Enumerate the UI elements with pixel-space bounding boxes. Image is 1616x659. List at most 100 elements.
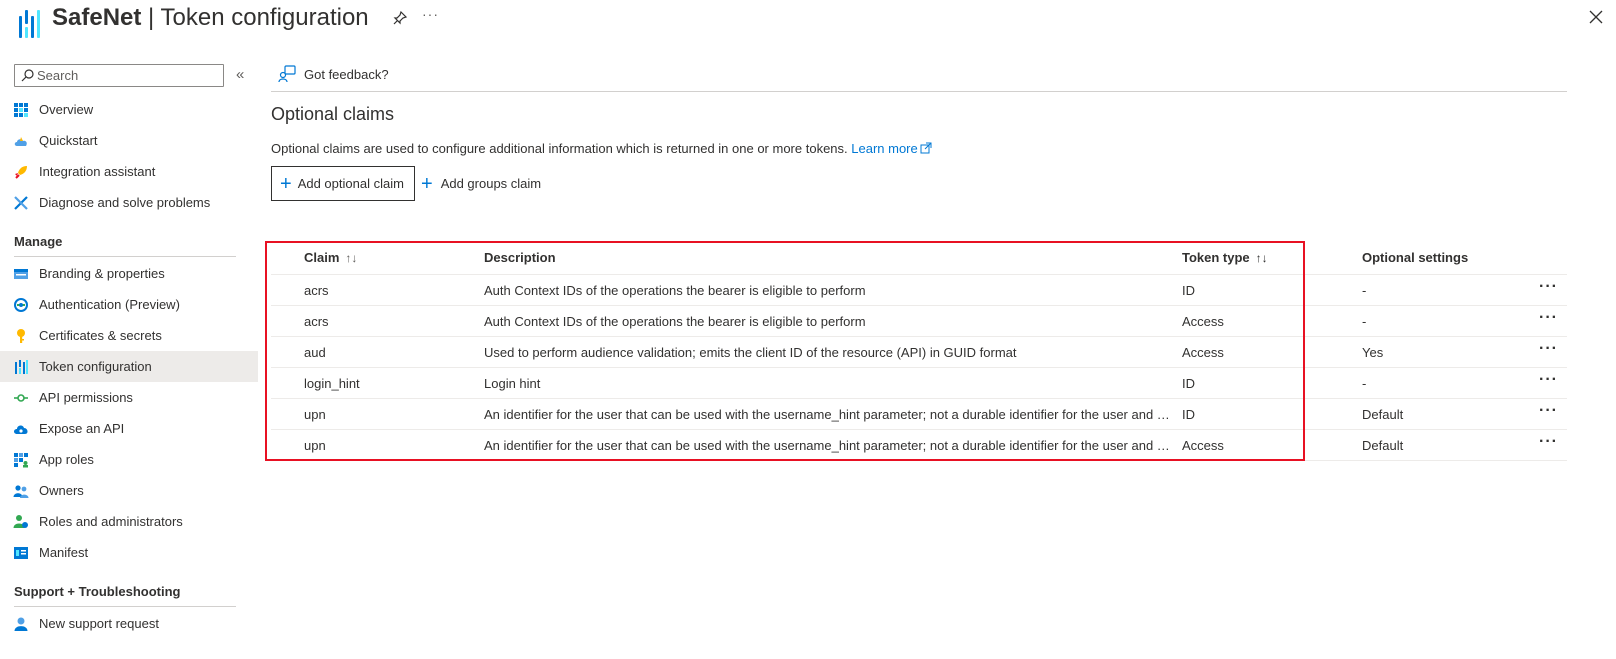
sidebar-item-quickstart[interactable]: Quickstart bbox=[0, 125, 258, 156]
sidebar-item-api-permissions[interactable]: API permissions bbox=[0, 382, 258, 413]
sidebar-item-integration-assistant[interactable]: Integration assistant bbox=[0, 156, 258, 187]
cell-optional-settings: - bbox=[1362, 376, 1367, 391]
support-divider bbox=[14, 606, 236, 607]
support-person-icon bbox=[14, 617, 28, 631]
feedback-person-icon bbox=[278, 65, 296, 83]
search-icon bbox=[21, 69, 34, 82]
feedback-label: Got feedback? bbox=[304, 66, 389, 82]
cell-claim: acrs bbox=[304, 314, 329, 329]
table-row[interactable]: acrs Auth Context IDs of the operations … bbox=[271, 306, 1567, 337]
table-row[interactable]: login_hint Login hint ID - ··· bbox=[271, 368, 1567, 399]
row-more-icon[interactable]: ··· bbox=[1539, 309, 1558, 327]
cell-optional-settings: Default bbox=[1362, 407, 1404, 422]
column-header-optional-settings: Optional settings bbox=[1362, 250, 1469, 265]
close-icon[interactable] bbox=[1587, 8, 1605, 26]
more-options-icon[interactable]: ··· bbox=[422, 6, 439, 22]
row-more-icon[interactable]: ··· bbox=[1539, 402, 1558, 420]
cell-token-type: ID bbox=[1182, 283, 1195, 298]
sidebar-item-label: Diagnose and solve problems bbox=[39, 195, 211, 210]
support-section-title: Support + Troubleshooting bbox=[14, 584, 181, 599]
sidebar-item-diagnose[interactable]: Diagnose and solve problems bbox=[0, 187, 258, 218]
cell-token-type: ID bbox=[1182, 376, 1195, 391]
row-more-icon[interactable]: ··· bbox=[1539, 278, 1558, 296]
collapse-sidebar-icon[interactable]: « bbox=[236, 66, 244, 83]
sidebar-item-label: Owners bbox=[39, 483, 84, 498]
cell-description: Auth Context IDs of the operations the b… bbox=[484, 283, 866, 298]
sidebar-item-branding[interactable]: Branding & properties bbox=[0, 258, 258, 289]
sidebar-item-overview[interactable]: Overview bbox=[0, 94, 258, 125]
got-feedback-button[interactable]: Got feedback? bbox=[278, 65, 389, 83]
table-row[interactable]: upn An identifier for the user that can … bbox=[271, 430, 1567, 461]
app-logo-icon bbox=[17, 10, 41, 40]
sort-icon[interactable]: ↑↓ bbox=[1256, 251, 1268, 265]
table-row[interactable]: acrs Auth Context IDs of the operations … bbox=[271, 275, 1567, 306]
title-separator: | bbox=[141, 4, 161, 31]
cell-claim: aud bbox=[304, 345, 326, 360]
cell-optional-settings: - bbox=[1362, 314, 1367, 329]
cell-token-type: Access bbox=[1182, 314, 1224, 329]
sidebar-search-box[interactable] bbox=[14, 64, 224, 87]
sidebar-item-label: Manifest bbox=[39, 545, 89, 560]
column-header-token-type[interactable]: Token type ↑↓ bbox=[1182, 250, 1268, 265]
sidebar-item-label: Expose an API bbox=[39, 421, 125, 436]
sidebar-item-label: Roles and administrators bbox=[39, 514, 183, 529]
plus-icon: + bbox=[421, 172, 433, 195]
owners-icon bbox=[13, 485, 29, 498]
add-optional-claim-button[interactable]: + Add optional claim bbox=[271, 166, 415, 201]
table-row[interactable]: aud Used to perform audience validation;… bbox=[271, 337, 1567, 368]
sidebar-item-label: Overview bbox=[39, 102, 94, 117]
cell-description: Login hint bbox=[484, 376, 541, 391]
cell-token-type: ID bbox=[1182, 407, 1195, 422]
cell-claim: login_hint bbox=[304, 376, 360, 391]
sidebar-item-new-support-request[interactable]: New support request bbox=[0, 608, 258, 639]
column-header-claim[interactable]: Claim ↑↓ bbox=[304, 250, 357, 265]
token-config-icon bbox=[15, 360, 28, 374]
table-header: Claim ↑↓ Description Token type ↑↓ Optiona… bbox=[271, 241, 1567, 275]
row-more-icon[interactable]: ··· bbox=[1539, 433, 1558, 451]
row-more-icon[interactable]: ··· bbox=[1539, 340, 1558, 358]
manage-section-title: Manage bbox=[14, 234, 63, 249]
sidebar-item-label: Authentication (Preview) bbox=[39, 297, 180, 312]
sidebar-search-input[interactable] bbox=[37, 66, 217, 85]
sidebar-item-authentication[interactable]: Authentication (Preview) bbox=[0, 289, 258, 320]
sort-icon[interactable]: ↑↓ bbox=[345, 251, 357, 265]
column-header-description: Description bbox=[484, 250, 556, 265]
plus-icon: + bbox=[280, 172, 292, 195]
sidebar-item-app-roles[interactable]: App roles bbox=[0, 444, 258, 475]
cell-description: Auth Context IDs of the operations the b… bbox=[484, 314, 866, 329]
sidebar-item-manifest[interactable]: Manifest bbox=[0, 537, 258, 568]
sidebar-item-owners[interactable]: Owners bbox=[0, 475, 258, 506]
sidebar-item-expose-api[interactable]: Expose an API bbox=[0, 413, 258, 444]
main-content: Got feedback? Optional claims Optional c… bbox=[271, 60, 1616, 659]
row-more-icon[interactable]: ··· bbox=[1539, 371, 1558, 389]
cell-claim: upn bbox=[304, 438, 326, 453]
sidebar-item-label: Integration assistant bbox=[39, 164, 156, 179]
pin-icon[interactable] bbox=[392, 10, 408, 26]
roles-admin-icon bbox=[13, 515, 28, 528]
column-label: Claim bbox=[304, 250, 340, 265]
api-permissions-icon bbox=[14, 394, 28, 402]
sidebar-item-label: Branding & properties bbox=[39, 266, 165, 281]
cell-optional-settings: Default bbox=[1362, 438, 1404, 453]
branding-icon bbox=[14, 269, 28, 279]
sidebar-item-label: API permissions bbox=[39, 390, 133, 405]
external-link-icon bbox=[920, 142, 932, 154]
table-row[interactable]: upn An identifier for the user that can … bbox=[271, 399, 1567, 430]
authentication-icon bbox=[14, 298, 28, 312]
column-label: Token type bbox=[1182, 250, 1250, 265]
expose-api-cloud-icon bbox=[14, 425, 28, 434]
sidebar-item-certificates[interactable]: Certificates & secrets bbox=[0, 320, 258, 351]
sidebar-item-label: App roles bbox=[39, 452, 94, 467]
cell-optional-settings: Yes bbox=[1362, 345, 1384, 360]
sidebar-item-token-configuration[interactable]: Token configuration bbox=[0, 351, 258, 382]
learn-more-label: Learn more bbox=[851, 141, 918, 156]
add-groups-claim-button[interactable]: + Add groups claim bbox=[421, 166, 541, 201]
sidebar-item-roles-administrators[interactable]: Roles and administrators bbox=[0, 506, 258, 537]
key-icon bbox=[17, 329, 25, 343]
cell-description: An identifier for the user that can be u… bbox=[484, 407, 1172, 422]
cell-optional-settings: - bbox=[1362, 283, 1367, 298]
app-name: SafeNet bbox=[52, 4, 142, 31]
cell-claim: acrs bbox=[304, 283, 329, 298]
learn-more-link[interactable]: Learn more bbox=[851, 141, 932, 156]
sidebar-item-label: Certificates & secrets bbox=[39, 328, 162, 343]
